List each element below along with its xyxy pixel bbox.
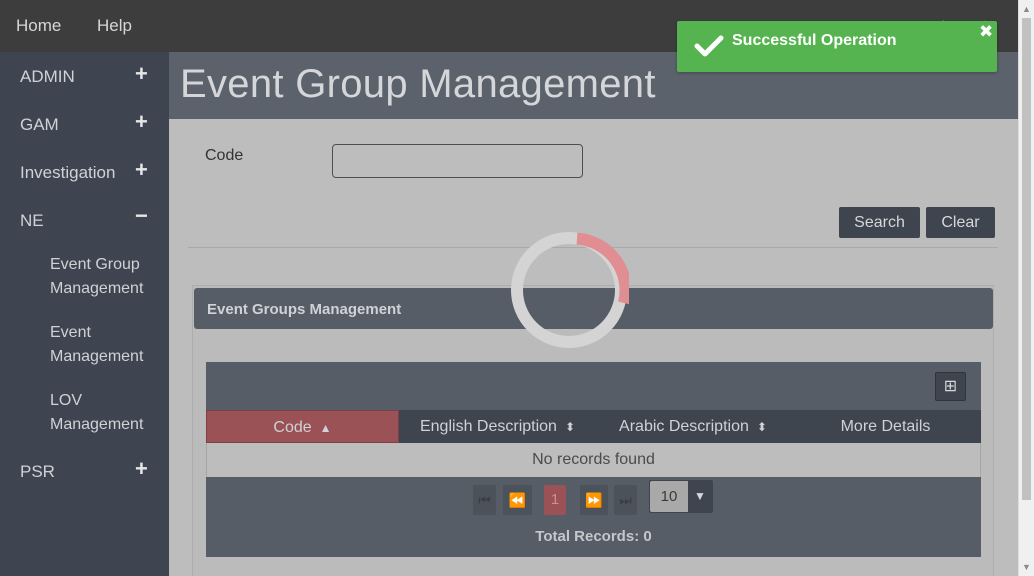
minus-icon[interactable]: − — [135, 205, 148, 227]
sort-asc-icon: ▲ — [319, 421, 332, 435]
scroll-down-icon[interactable]: ▼ — [1022, 562, 1031, 572]
chevron-down-icon: ▼ — [694, 489, 706, 503]
plus-icon[interactable]: + — [135, 63, 148, 85]
sidebar-item-psr[interactable]: PSR — [20, 462, 55, 482]
plus-icon[interactable]: + — [135, 458, 148, 480]
panel-title: Event Groups Management — [207, 301, 402, 318]
column-header-english-description[interactable]: English Description ⬍ — [399, 410, 596, 443]
column-header-more-label: More Details — [840, 418, 931, 435]
paginator: ⏮ ⏪ 1 ⏩ ⏭ 10 ▼ Total Records: 0 — [206, 477, 981, 557]
sidebar-subitem-lov-management[interactable]: LOV Management — [50, 389, 160, 437]
column-toggle-icon[interactable]: ⊞ — [935, 372, 966, 401]
sidebar-subitem-event-group-management[interactable]: Event Group Management — [50, 253, 160, 301]
table-header: Code ▲ English Description ⬍ Arabic Descri… — [206, 410, 981, 443]
column-header-english-label: English Description — [419, 418, 557, 435]
check-icon — [694, 35, 724, 57]
toast-message: Successful Operation — [732, 32, 897, 49]
table-toolbar: ⊞ — [206, 362, 981, 410]
column-header-arabic-label: Arabic Description — [619, 418, 749, 435]
nav-help-link[interactable]: Help — [97, 16, 132, 36]
sidebar: ADMIN + GAM + Investigation + NE − Event… — [0, 52, 169, 576]
page-scrollbar[interactable]: ▲ ▼ — [1018, 0, 1034, 576]
code-label: Code — [205, 147, 244, 164]
first-page-icon[interactable]: ⏮ — [473, 485, 496, 515]
total-records: Total Records: 0 — [535, 528, 652, 545]
sidebar-item-gam[interactable]: GAM — [20, 115, 59, 135]
last-page-icon[interactable]: ⏭ — [614, 485, 637, 515]
table-empty-message: No records found — [206, 443, 981, 477]
clear-button[interactable]: Clear — [926, 207, 995, 238]
sidebar-item-admin[interactable]: ADMIN — [20, 67, 75, 87]
column-header-arabic-description[interactable]: Arabic Description ⬍ — [596, 410, 790, 443]
page-title: Event Group Management — [180, 62, 656, 106]
nav-home-link[interactable]: Home — [16, 16, 61, 36]
sort-icon: ⬍ — [564, 420, 575, 434]
sidebar-subitem-event-management[interactable]: Event Management — [50, 321, 160, 369]
next-page-icon[interactable]: ⏩ — [580, 485, 608, 515]
success-toast: Successful Operation ✖ — [677, 21, 997, 72]
page-number-button[interactable]: 1 — [544, 485, 566, 515]
plus-icon[interactable]: + — [135, 111, 148, 133]
scroll-thumb[interactable] — [1022, 18, 1031, 500]
prev-page-icon[interactable]: ⏪ — [503, 485, 532, 515]
column-header-code[interactable]: Code ▲ — [206, 410, 399, 443]
column-header-more-details: More Details — [790, 410, 981, 443]
rows-per-page-dropdown[interactable]: 10 ▼ — [649, 480, 713, 513]
search-button[interactable]: Search — [839, 207, 920, 238]
column-header-code-label: Code — [273, 419, 312, 436]
sidebar-item-ne[interactable]: NE — [20, 211, 44, 231]
code-input[interactable] — [332, 144, 583, 178]
plus-icon[interactable]: + — [135, 159, 148, 181]
rows-per-page-value: 10 — [650, 481, 688, 512]
close-icon[interactable]: ✖ — [979, 23, 993, 40]
sort-icon: ⬍ — [756, 420, 767, 434]
sidebar-item-investigation[interactable]: Investigation — [20, 163, 115, 183]
loading-spinner — [511, 232, 629, 348]
scroll-up-icon[interactable]: ▲ — [1022, 4, 1031, 14]
